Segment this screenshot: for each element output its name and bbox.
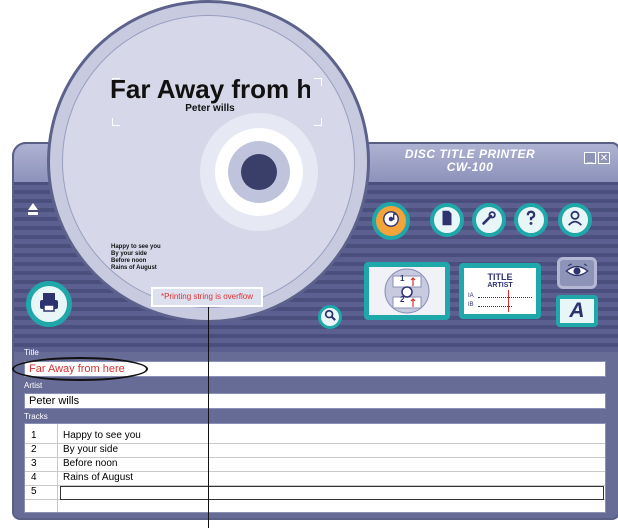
track-name: By your side bbox=[63, 444, 119, 455]
layout-title-text: TITLE bbox=[487, 272, 513, 282]
overflow-warning: *Printing string is overflow bbox=[151, 287, 263, 307]
layout-center-marker bbox=[508, 290, 509, 312]
document-icon bbox=[438, 209, 456, 232]
disc-preview bbox=[47, 0, 370, 323]
track-name: Happy to see you bbox=[63, 430, 141, 441]
disc-layout-icon bbox=[384, 268, 430, 314]
eye-icon bbox=[564, 262, 590, 284]
cd-mode-button[interactable] bbox=[372, 202, 410, 240]
disc-track-4: Rains of August bbox=[111, 265, 157, 271]
person-icon bbox=[566, 209, 584, 232]
help-icon bbox=[522, 209, 540, 232]
artist-field[interactable]: Peter wills bbox=[24, 393, 606, 409]
layout-option-disc[interactable]: 1 2 bbox=[364, 262, 450, 320]
magnifier-icon bbox=[324, 308, 336, 326]
app-title: DISC TITLE PRINTER CW-100 bbox=[380, 148, 560, 174]
track-number: 4 bbox=[31, 472, 37, 483]
table-row[interactable]: 2 By your side bbox=[25, 443, 605, 458]
disc-title-printer-window: DISC TITLE PRINTER CW-100 _ ✕ Far Away f… bbox=[0, 0, 618, 528]
help-button[interactable] bbox=[514, 203, 548, 237]
track-name: Before noon bbox=[63, 458, 118, 469]
track-number: 2 bbox=[31, 444, 37, 455]
disc-track-2: By your side bbox=[111, 251, 148, 257]
layout-row-b: IB bbox=[468, 302, 474, 308]
layout-number-2: 2 bbox=[400, 295, 405, 304]
font-button[interactable]: A bbox=[556, 295, 598, 327]
layout-artist-text: ARTIST bbox=[487, 282, 513, 289]
settings-button[interactable] bbox=[472, 203, 506, 237]
layout-row-a: IA bbox=[468, 293, 474, 299]
tracks-table: 1 Happy to see you 2 By your side 3 Befo… bbox=[24, 423, 606, 513]
highlight-ellipse bbox=[12, 357, 148, 381]
close-button[interactable]: ✕ bbox=[598, 152, 610, 164]
zoom-button[interactable] bbox=[318, 305, 342, 329]
table-row[interactable]: 3 Before noon bbox=[25, 457, 605, 472]
layout-dotted-line bbox=[478, 297, 532, 298]
disc-title-text: Far Away from h bbox=[110, 74, 310, 104]
printer-icon bbox=[37, 290, 61, 319]
artist-label: Artist bbox=[24, 381, 43, 390]
crop-mark bbox=[314, 78, 322, 86]
eject-icon[interactable] bbox=[27, 202, 39, 216]
new-document-button[interactable] bbox=[430, 203, 464, 237]
disc-track-1: Happy to see you bbox=[111, 244, 161, 250]
preview-button[interactable] bbox=[557, 257, 597, 289]
layout-option-text[interactable]: TITLE ARTIST IA IB bbox=[459, 263, 541, 319]
table-row[interactable]: 1 Happy to see you bbox=[25, 429, 605, 444]
print-button[interactable] bbox=[26, 281, 72, 327]
title-label: Title bbox=[24, 348, 39, 357]
tracks-label: Tracks bbox=[24, 412, 48, 421]
track-edit-field[interactable] bbox=[60, 486, 604, 500]
track-number: 5 bbox=[31, 486, 37, 497]
app-title-line2: CW-100 bbox=[446, 160, 494, 174]
minimize-button[interactable]: _ bbox=[584, 152, 596, 164]
music-cd-icon bbox=[382, 210, 400, 233]
wrench-icon bbox=[480, 209, 498, 232]
crop-mark bbox=[112, 118, 120, 126]
disc-track-list: Happy to see you By your side Before noo… bbox=[111, 244, 161, 272]
layout-dotted-line bbox=[478, 306, 512, 307]
track-number: 3 bbox=[31, 458, 37, 469]
crop-mark bbox=[314, 118, 322, 126]
track-number: 1 bbox=[31, 430, 37, 441]
disc-center-hole bbox=[241, 154, 277, 190]
callout-line bbox=[208, 307, 209, 528]
support-button[interactable] bbox=[558, 203, 592, 237]
track-name: Rains of August bbox=[63, 472, 134, 483]
disc-artist-text: Peter wills bbox=[185, 103, 235, 114]
layout-number-1: 1 bbox=[400, 274, 405, 283]
table-row[interactable]: 4 Rains of August bbox=[25, 471, 605, 486]
disc-track-3: Before noon bbox=[111, 258, 147, 264]
